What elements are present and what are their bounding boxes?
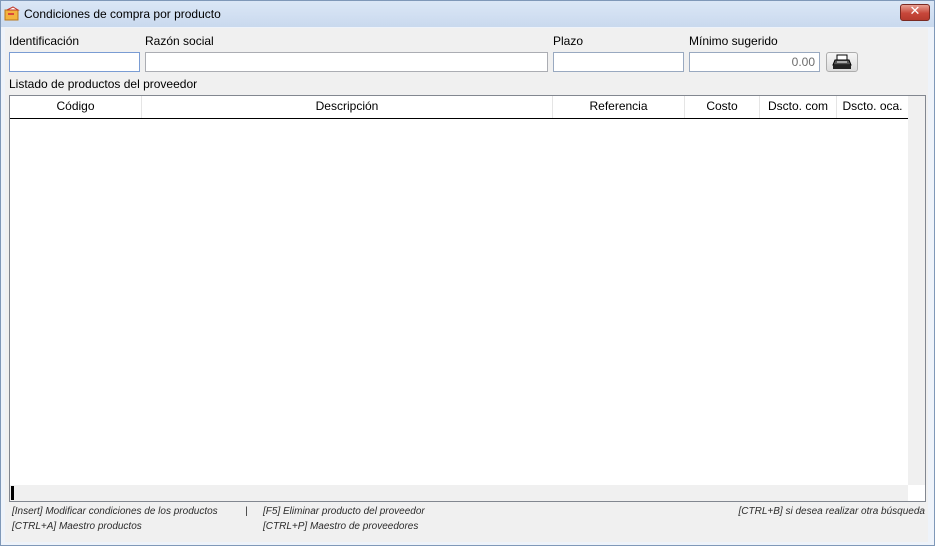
app-icon	[4, 6, 20, 21]
column-header-dscto-oca[interactable]: Dscto. oca.	[837, 96, 908, 118]
f5-shortcut-hint: [F5] Eliminar producto del proveedor	[263, 506, 425, 517]
razon-social-input[interactable]	[145, 52, 548, 72]
minimo-sugerido-input[interactable]	[689, 52, 820, 72]
grid-caption: Listado de productos del proveedor	[9, 77, 198, 91]
print-button[interactable]	[826, 52, 858, 72]
identificacion-input[interactable]	[9, 52, 140, 72]
insert-shortcut-hint: [Insert] Modificar condiciones de los pr…	[12, 506, 218, 517]
grid-header: Código Descripción Referencia Costo Dsct…	[10, 96, 908, 119]
window: Condiciones de compra por producto ✕ Ide…	[0, 0, 935, 546]
scrollbar-corner	[908, 485, 925, 501]
window-title: Condiciones de compra por producto	[24, 7, 221, 21]
razon-social-label: Razón social	[145, 34, 214, 48]
current-row-marker	[11, 486, 14, 500]
column-header-descripcion[interactable]: Descripción	[142, 96, 553, 118]
column-header-costo[interactable]: Costo	[685, 96, 760, 118]
close-icon: ✕	[909, 4, 921, 19]
column-header-referencia[interactable]: Referencia	[553, 96, 685, 118]
ctrl-p-shortcut-hint: [CTRL+P] Maestro de proveedores	[263, 521, 419, 532]
vertical-scrollbar[interactable]	[908, 96, 925, 485]
ctrl-a-shortcut-hint: [CTRL+A] Maestro productos	[12, 521, 142, 532]
identificacion-label: Identificación	[9, 34, 80, 48]
column-header-dscto-com[interactable]: Dscto. com	[760, 96, 837, 118]
title-bar[interactable]: Condiciones de compra por producto ✕	[1, 1, 934, 27]
plazo-label: Plazo	[553, 34, 584, 48]
horizontal-scrollbar[interactable]	[10, 485, 908, 501]
close-button[interactable]: ✕	[900, 4, 930, 21]
products-grid[interactable]: Código Descripción Referencia Costo Dsct…	[9, 95, 926, 502]
ctrl-b-shortcut-hint: [CTRL+B] si desea realizar otra búsqueda	[738, 506, 926, 517]
minimo-sugerido-label: Mínimo sugerido	[689, 34, 778, 48]
main-panel: Identificación Razón social Plazo Mínimo…	[5, 28, 928, 542]
printer-icon	[832, 54, 852, 69]
column-header-codigo[interactable]: Código	[10, 96, 142, 118]
plazo-input[interactable]	[553, 52, 684, 72]
shortcut-separator: |	[245, 506, 248, 517]
